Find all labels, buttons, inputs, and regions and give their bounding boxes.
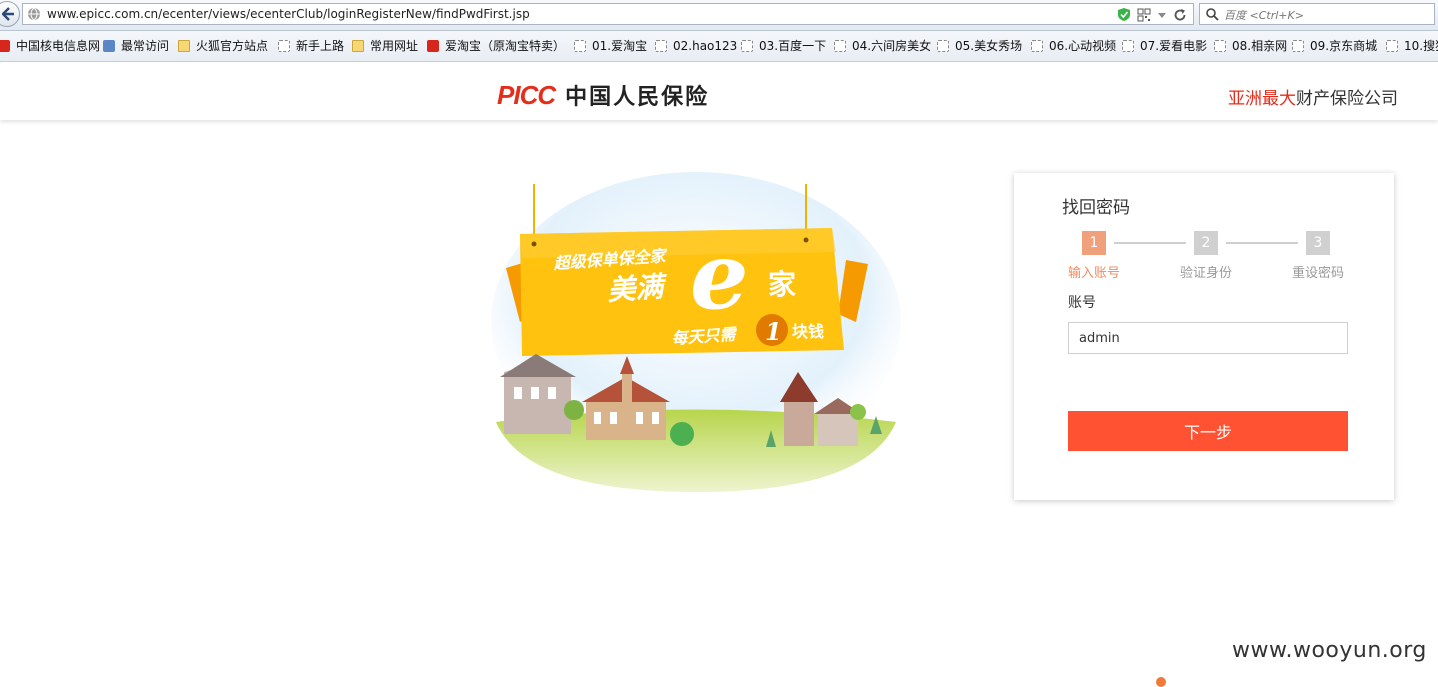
bookmark-item[interactable]: 01.爱淘宝 xyxy=(574,38,647,55)
bookmark-icon xyxy=(0,40,10,52)
banner-line2: 美满 xyxy=(606,270,669,307)
site-header: PICC 中国人民保险 亚洲最大财产保险公司 xyxy=(0,62,1438,120)
bookmark-item[interactable]: 02.hao123 xyxy=(655,38,737,55)
bookmark-icon xyxy=(1031,40,1043,52)
slogan-highlight: 亚洲最大 xyxy=(1228,89,1296,109)
browser-toolbar: www.epicc.com.cn/ecenter/views/ecenterCl… xyxy=(0,0,1438,31)
next-step-button[interactable]: 下一步 xyxy=(1068,411,1348,451)
banner-line2-end: 家 xyxy=(768,268,796,301)
folder-icon xyxy=(178,40,190,52)
bookmark-icon xyxy=(1292,40,1304,52)
account-label: 账号 xyxy=(1068,295,1096,311)
bookmark-item[interactable]: 火狐官方站点 xyxy=(178,38,268,55)
bookmark-label: 03.百度一下 xyxy=(759,39,827,53)
bookmark-item[interactable]: 07.爱看电影 xyxy=(1122,38,1207,55)
logo-cn-text: 中国人民保险 xyxy=(565,85,710,110)
bookmark-label: 04.六间房美女 xyxy=(852,39,932,53)
decorative-dot xyxy=(1156,677,1166,687)
bookmark-item[interactable]: 中国核电信息网 xyxy=(0,38,100,55)
bookmark-icon xyxy=(427,40,439,52)
bookmark-label: 06.心动视频 xyxy=(1049,39,1117,53)
bookmark-item[interactable]: 新手上路 xyxy=(278,38,344,55)
step-2-number: 2 xyxy=(1194,231,1218,255)
bookmark-item[interactable]: 08.相亲网 xyxy=(1214,38,1287,55)
bookmark-icon xyxy=(1386,40,1398,52)
find-password-panel: 找回密码 1 2 3 输入账号 验证身份 重设密码 账号 下一步 xyxy=(1014,173,1394,500)
step-3-label: 重设密码 xyxy=(1292,266,1345,281)
bookmark-item[interactable]: 常用网址 xyxy=(352,38,418,55)
step-3-number: 3 xyxy=(1306,231,1330,255)
bookmark-item[interactable]: 04.六间房美女 xyxy=(834,38,931,55)
bookmark-item[interactable]: 10.搜狐 xyxy=(1386,38,1438,55)
bookmark-item[interactable]: 最常访问 xyxy=(103,38,169,55)
bookmark-icon xyxy=(937,40,949,52)
banner-e-letter: e xyxy=(690,222,749,330)
logo-picc-text: PICC xyxy=(497,79,556,110)
back-button[interactable] xyxy=(0,1,20,27)
slogan-rest: 财产保险公司 xyxy=(1296,89,1398,109)
bookmark-label: 火狐官方站点 xyxy=(196,39,269,53)
bookmark-icon xyxy=(1214,40,1226,52)
folder-icon xyxy=(352,40,364,52)
bookmark-label: 01.爱淘宝 xyxy=(592,39,648,53)
bookmark-label: 爱淘宝（原淘宝特卖） xyxy=(445,39,566,53)
banner-line3-num: 1 xyxy=(765,317,782,346)
bookmark-label: 最常访问 xyxy=(121,39,170,53)
bookmark-icon xyxy=(655,40,667,52)
bookmark-label: 07.爱看电影 xyxy=(1140,39,1208,53)
bookmark-item[interactable]: 06.心动视频 xyxy=(1031,38,1116,55)
bookmark-icon xyxy=(741,40,753,52)
ribbon-nail-left xyxy=(531,241,537,247)
globe-icon xyxy=(28,7,40,21)
shield-icon[interactable] xyxy=(1117,7,1131,22)
bookmark-item[interactable]: 爱淘宝（原淘宝特卖） xyxy=(427,38,565,55)
back-arrow-icon xyxy=(2,7,14,21)
url-field[interactable]: www.epicc.com.cn/ecenter/views/ecenterCl… xyxy=(22,3,1194,25)
url-text: www.epicc.com.cn/ecenter/views/ecenterCl… xyxy=(47,7,530,21)
step-connector-1 xyxy=(1114,242,1186,244)
bookmark-label: 10.搜狐 xyxy=(1404,39,1438,53)
search-placeholder: 百度 <Ctrl+K> xyxy=(1224,9,1304,22)
bookmark-icon xyxy=(574,40,586,52)
promo-banner: 超级保单保全家 美满 e 家 每天只需 1 块钱 xyxy=(491,172,901,492)
bookmark-label: 02.hao123 xyxy=(673,39,738,53)
reload-icon[interactable] xyxy=(1173,8,1187,22)
picc-logo[interactable]: PICC 中国人民保险 xyxy=(497,79,709,111)
bookmark-label: 新手上路 xyxy=(296,39,345,53)
bookmark-label: 08.相亲网 xyxy=(1232,39,1288,53)
step-connector-2 xyxy=(1226,242,1298,244)
bookmark-item[interactable]: 09.京东商城 xyxy=(1292,38,1377,55)
panel-title: 找回密码 xyxy=(1062,198,1130,218)
bookmark-icon xyxy=(103,40,115,52)
bookmark-label: 中国核电信息网 xyxy=(16,39,101,53)
bookmark-label: 常用网址 xyxy=(370,39,419,53)
watermark: www.wooyun.org xyxy=(1232,638,1427,663)
bookmark-icon xyxy=(834,40,846,52)
dropdown-arrow-icon[interactable] xyxy=(1157,10,1167,20)
bookmark-icon xyxy=(1122,40,1134,52)
step-2-label: 验证身份 xyxy=(1180,266,1233,281)
slogan: 亚洲最大财产保险公司 xyxy=(1228,84,1398,109)
step-1-label: 输入账号 xyxy=(1068,266,1121,281)
bookmark-label: 05.美女秀场 xyxy=(955,39,1023,53)
search-field[interactable]: 百度 <Ctrl+K> xyxy=(1199,3,1435,25)
bookmark-item[interactable]: 03.百度一下 xyxy=(741,38,826,55)
step-1-number: 1 xyxy=(1082,231,1106,255)
bookmark-icon xyxy=(278,40,290,52)
banner-line3-post: 块钱 xyxy=(792,322,824,341)
search-icon xyxy=(1206,8,1219,21)
bookmark-label: 09.京东商城 xyxy=(1310,39,1378,53)
bookmarks-bar: 中国核电信息网 最常访问 火狐官方站点 新手上路 常用网址 爱淘宝（原淘宝特卖） 01.爱淘… xyxy=(0,31,1438,62)
bookmark-item[interactable]: 05.美女秀场 xyxy=(937,38,1022,55)
qr-code-icon[interactable] xyxy=(1137,8,1151,22)
account-input[interactable] xyxy=(1068,322,1348,354)
ribbon-nail-right xyxy=(803,237,809,243)
